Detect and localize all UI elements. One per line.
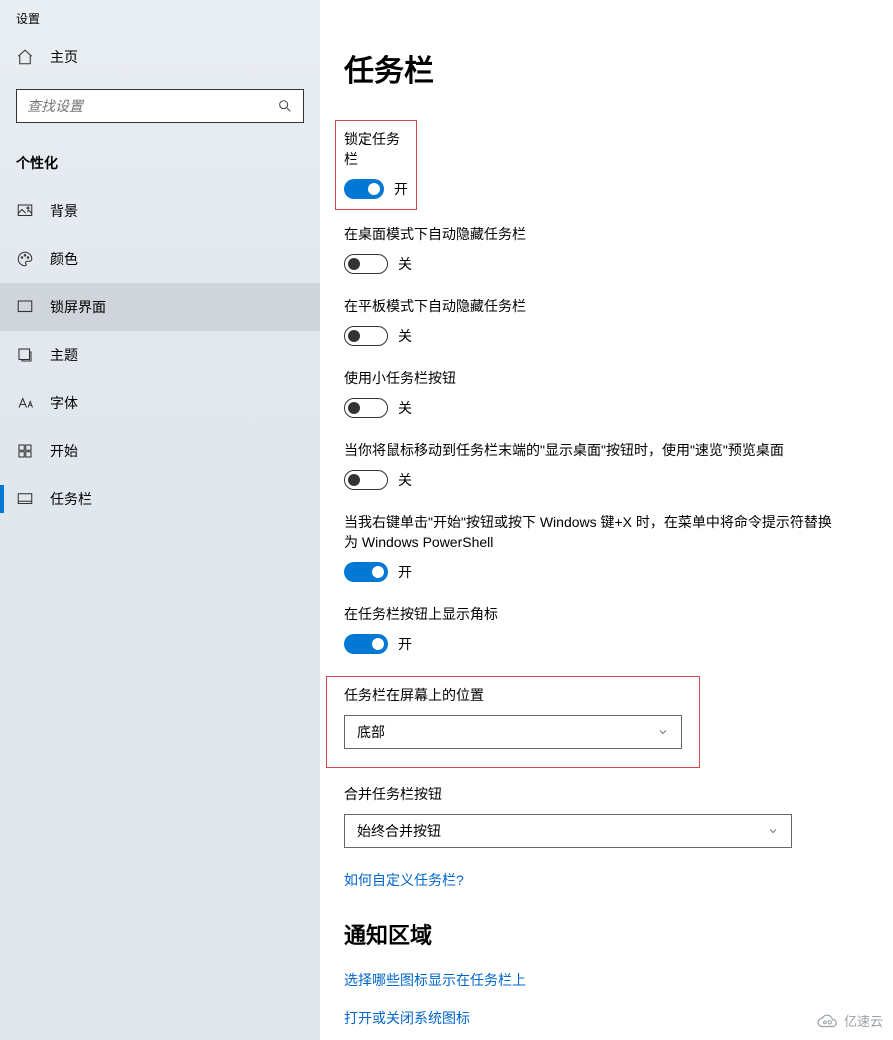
settings-window-title: 设置	[0, 0, 320, 33]
theme-icon	[16, 346, 34, 364]
toggle-lock-taskbar[interactable]	[344, 179, 384, 199]
setting-label-autohide-desktop: 在桌面模式下自动隐藏任务栏	[344, 224, 804, 244]
setting-label-powershell: 当我右键单击"开始"按钮或按下 Windows 键+X 时，在菜单中将命令提示符…	[344, 512, 844, 552]
sidebar-item-start[interactable]: 开始	[0, 427, 320, 475]
search-input[interactable]	[27, 98, 277, 114]
toggle-powershell[interactable]	[344, 562, 388, 582]
font-icon	[16, 394, 34, 412]
home-icon	[16, 48, 34, 66]
search-box[interactable]	[16, 89, 304, 123]
toggle-state: 关	[398, 326, 412, 346]
dropdown-taskbar-position[interactable]: 底部	[344, 715, 682, 749]
toggle-autohide-desktop[interactable]	[344, 254, 388, 274]
setting-label-combine: 合并任务栏按钮	[344, 784, 804, 804]
setting-label-lock: 锁定任务栏	[344, 129, 408, 169]
sidebar-item-background[interactable]: 背景	[0, 187, 320, 235]
link-customize-taskbar[interactable]: 如何自定义任务栏?	[344, 870, 869, 890]
sidebar-item-lockscreen[interactable]: 锁屏界面	[0, 283, 320, 331]
lockscreen-icon	[16, 298, 34, 316]
sidebar-item-label: 主题	[50, 345, 78, 365]
start-icon	[16, 442, 34, 460]
sidebar-item-label: 开始	[50, 441, 78, 461]
toggle-state: 关	[398, 398, 412, 418]
dropdown-value: 底部	[357, 722, 385, 742]
dropdown-combine-buttons[interactable]: 始终合并按钮	[344, 814, 792, 848]
toggle-autohide-tablet[interactable]	[344, 326, 388, 346]
sidebar-item-label: 任务栏	[50, 489, 92, 509]
watermark: 亿速云	[816, 1011, 883, 1030]
sidebar-item-taskbar[interactable]: 任务栏	[0, 475, 320, 523]
toggle-peek[interactable]	[344, 470, 388, 490]
setting-label-autohide-tablet: 在平板模式下自动隐藏任务栏	[344, 296, 804, 316]
link-system-icons[interactable]: 打开或关闭系统图标	[344, 1008, 869, 1028]
setting-label-peek: 当你将鼠标移动到任务栏末端的"显示桌面"按钮时，使用"速览"预览桌面	[344, 440, 844, 460]
toggle-state: 开	[398, 562, 412, 582]
search-icon	[277, 98, 293, 114]
link-select-icons[interactable]: 选择哪些图标显示在任务栏上	[344, 970, 869, 990]
toggle-state: 关	[398, 254, 412, 274]
toggle-badges[interactable]	[344, 634, 388, 654]
setting-label-badges: 在任务栏按钮上显示角标	[344, 604, 804, 624]
toggle-state: 开	[398, 634, 412, 654]
chevron-down-icon	[657, 726, 669, 738]
sidebar-item-fonts[interactable]: 字体	[0, 379, 320, 427]
home-label: 主页	[50, 47, 78, 67]
page-title: 任务栏	[344, 46, 869, 90]
home-nav[interactable]: 主页	[0, 33, 320, 81]
picture-icon	[16, 202, 34, 220]
sidebar-category: 个性化	[0, 123, 320, 187]
highlight-lock-taskbar: 锁定任务栏 开	[335, 120, 417, 210]
toggle-state: 关	[398, 470, 412, 490]
taskbar-icon	[16, 490, 34, 508]
sidebar-item-label: 背景	[50, 201, 78, 221]
watermark-text: 亿速云	[844, 1011, 883, 1030]
sidebar-item-label: 颜色	[50, 249, 78, 269]
sidebar-item-label: 锁屏界面	[50, 297, 106, 317]
sidebar-item-label: 字体	[50, 393, 78, 413]
toggle-small-buttons[interactable]	[344, 398, 388, 418]
chevron-down-icon	[767, 825, 779, 837]
main-panel: 任务栏 锁定任务栏 开 在桌面模式下自动隐藏任务栏 关 在平板模式下自动隐藏任务…	[320, 0, 893, 1040]
sidebar-item-themes[interactable]: 主题	[0, 331, 320, 379]
toggle-state: 开	[394, 179, 408, 199]
cloud-icon	[816, 1013, 838, 1029]
dropdown-value: 始终合并按钮	[357, 821, 441, 841]
sidebar-item-colors[interactable]: 颜色	[0, 235, 320, 283]
setting-label-position: 任务栏在屏幕上的位置	[344, 685, 682, 705]
palette-icon	[16, 250, 34, 268]
section-notification-area: 通知区域	[344, 918, 869, 950]
sidebar: 设置 主页 个性化 背景 颜色 锁屏界面 主题 字体	[0, 0, 320, 1040]
setting-label-small-buttons: 使用小任务栏按钮	[344, 368, 804, 388]
highlight-taskbar-position: 任务栏在屏幕上的位置 底部	[326, 676, 700, 768]
